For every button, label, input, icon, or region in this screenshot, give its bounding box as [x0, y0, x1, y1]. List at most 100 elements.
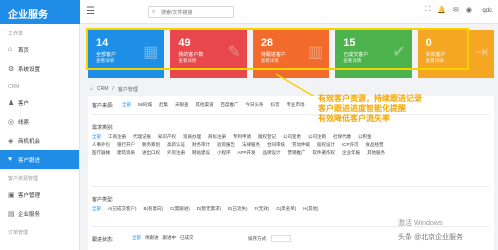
filter-tag[interactable]: A(已成交客户) — [108, 206, 137, 212]
sidebar-section-label: 工作单 — [8, 31, 24, 37]
filter-tag[interactable]: 小程序 — [217, 150, 231, 156]
filter-tag[interactable]: 外资注册 — [167, 150, 185, 156]
filter-tag[interactable]: 抖音 — [271, 102, 280, 108]
app-logo[interactable]: 企业服务 — [0, 0, 80, 24]
sidebar-item-label: 客户管理 — [18, 192, 41, 199]
sidebar-item-home[interactable]: ⌂ 首页 — [0, 40, 79, 59]
filter-tag[interactable]: 企业年报 — [342, 150, 360, 156]
filter-label-source: 客户来源: — [92, 103, 114, 109]
filter-tag[interactable]: 银行开户 — [117, 142, 135, 148]
sidebar-item-customer-mgmt[interactable]: ▣ 客户管理 — [0, 185, 79, 204]
filter-tag[interactable]: 公司注销 — [308, 134, 326, 140]
filter-tag[interactable]: 58同城 — [138, 102, 152, 108]
filter-tag[interactable]: 待跟进 — [145, 235, 159, 241]
sidebar-item-opportunity[interactable]: ◈ 商机机会 — [0, 131, 79, 150]
filter-tag[interactable]: 税务筹划 — [142, 142, 160, 148]
industry-tags: 全部 工商注册 代理记账 知识产权 资质办理 商标注册 专利申请 版权登记 公司… — [92, 134, 392, 156]
sidebar-item-leads[interactable]: ◎ 线索 — [0, 112, 79, 131]
sidebar-item-customers[interactable]: ♟ 客户 — [0, 93, 79, 112]
sidebar-item-enterprise[interactable]: ▤ 企业服务 — [0, 204, 79, 223]
filter-tag[interactable]: 代理记账 — [133, 134, 151, 140]
search-input[interactable] — [161, 8, 231, 17]
filter-tag[interactable]: 知识产权 — [158, 134, 176, 140]
filter-tag[interactable]: G(黑名单) — [276, 206, 296, 212]
filter-tag[interactable]: C(需跟进) — [170, 206, 190, 212]
sort-field: 排序方式: — [248, 235, 292, 242]
breadcrumb-separator: / — [112, 86, 114, 92]
filter-tag[interactable]: 营销推广 — [288, 150, 306, 156]
filter-tag[interactable]: 网站建设 — [192, 150, 210, 156]
filter-tag[interactable]: 人事外包 — [92, 142, 110, 148]
filter-tag[interactable]: B(有意向) — [144, 206, 164, 212]
filter-tag[interactable]: 品牌设计 — [263, 150, 281, 156]
filter-tag[interactable]: 全部 — [132, 235, 141, 241]
filter-tag[interactable]: 其他服务 — [367, 150, 385, 156]
divider — [92, 186, 490, 187]
sidebar-section-label: 订单管理 — [8, 230, 29, 236]
filter-tag[interactable]: 高新认证 — [167, 142, 185, 148]
filter-tag[interactable]: 工商注册 — [108, 134, 126, 140]
filter-tag[interactable]: H(其他) — [303, 206, 318, 212]
filter-tag[interactable]: 劳动仲裁 — [292, 142, 310, 148]
filter-tag[interactable]: 财务审计 — [192, 142, 210, 148]
filter-tag[interactable]: 股权设计 — [317, 142, 335, 148]
breadcrumb-item[interactable]: CRM — [97, 86, 108, 93]
search-icon: ⌕ — [152, 9, 156, 15]
sidebar-item-label: 线索 — [18, 119, 30, 126]
filter-tag[interactable]: 进出口权 — [142, 150, 160, 156]
lead-icon: ◎ — [8, 118, 15, 126]
filter-tag[interactable]: 跟进中 — [163, 235, 177, 241]
filter-tag[interactable]: 建筑资质 — [117, 150, 135, 156]
annotation-line: 有效降低客户流失率 — [318, 114, 390, 123]
message-icon[interactable]: ✉ — [453, 6, 459, 14]
menu-icon[interactable]: ☰ — [86, 6, 95, 17]
breadcrumb-item: 客户管理 — [117, 87, 138, 93]
top-bar: 企业服务 ☰ ⌕ ⛶ 🔔 ✉ ◉ qdc — [0, 0, 498, 24]
annotation-text: 有效客户资源，持续跟进记录 客户跟进进度智能化提醒 有效降低客户流失率 — [318, 94, 428, 124]
username[interactable]: qdc — [482, 8, 492, 14]
sidebar: 工作单 ⌂ 首页 ⚙ 系统设置 CRM ♟ 客户 ◎ 线索 ◈ 商机机会 ♥ 客… — [0, 24, 80, 250]
sidebar-section-label: CRM — [8, 84, 20, 90]
filter-tag[interactable]: E(已流失) — [228, 206, 248, 212]
filter-tag[interactable]: 社保代缴 — [333, 134, 351, 140]
filter-tag[interactable]: 今日头条 — [246, 102, 264, 108]
filter-tag[interactable]: 软件著作权 — [313, 150, 336, 156]
filter-tag[interactable]: 百度推广 — [221, 102, 239, 108]
filter-tag[interactable]: 食品经营 — [366, 142, 384, 148]
source-watermark: 头条 @北京企业服务 — [398, 234, 464, 241]
home-icon[interactable]: ⌂ — [90, 86, 93, 93]
filter-tag[interactable]: 赶集 — [159, 102, 168, 108]
filter-tag[interactable]: 公积金 — [358, 134, 372, 140]
filter-tag[interactable]: 资质办理 — [183, 134, 201, 140]
avatar[interactable]: ◉ — [466, 6, 472, 14]
filter-tag[interactable]: D(暂无需求) — [197, 206, 221, 212]
bell-icon[interactable]: 🔔 — [437, 6, 446, 14]
filter-tag[interactable]: F(无效) — [255, 206, 270, 212]
filter-tag[interactable]: ICP许可 — [342, 142, 359, 148]
filter-tag[interactable]: 全部 — [92, 206, 101, 212]
filter-tag[interactable]: 其他渠道 — [196, 102, 214, 108]
filter-tag[interactable]: 专利申请 — [233, 134, 251, 140]
filter-tag[interactable]: 全部 — [92, 134, 101, 140]
filter-tag[interactable]: APP开发 — [238, 150, 256, 156]
sidebar-item-follow-up[interactable]: ♥ 客户跟进 — [0, 150, 79, 169]
sort-select[interactable] — [271, 235, 292, 242]
filter-tag[interactable]: 天眼查 — [175, 102, 189, 108]
filter-tag[interactable]: 合同审核 — [267, 142, 285, 148]
filter-tag[interactable]: 法律服务 — [242, 142, 260, 148]
filter-tag[interactable]: 全部 — [122, 102, 131, 108]
filter-tag[interactable]: 公司变更 — [283, 134, 301, 140]
search-box[interactable]: ⌕ — [148, 6, 234, 18]
filter-tag[interactable]: 已成交 — [180, 235, 194, 241]
fullscreen-icon[interactable]: ⛶ — [425, 6, 430, 14]
filter-tag[interactable]: 医疗器械 — [92, 150, 110, 156]
bottom-tags: 全部 待跟进 跟进中 已成交 — [132, 235, 194, 241]
opportunity-icon: ◈ — [8, 137, 14, 145]
home-icon: ⌂ — [8, 46, 13, 53]
filter-tag[interactable]: 专业市场 — [287, 102, 305, 108]
filter-tag[interactable]: 验资报告 — [217, 142, 235, 148]
users-icon: ♟ — [8, 99, 15, 107]
sidebar-item-settings[interactable]: ⚙ 系统设置 — [0, 59, 79, 78]
filter-tag[interactable]: 商标注册 — [208, 134, 226, 140]
filter-tag[interactable]: 版权登记 — [258, 134, 276, 140]
